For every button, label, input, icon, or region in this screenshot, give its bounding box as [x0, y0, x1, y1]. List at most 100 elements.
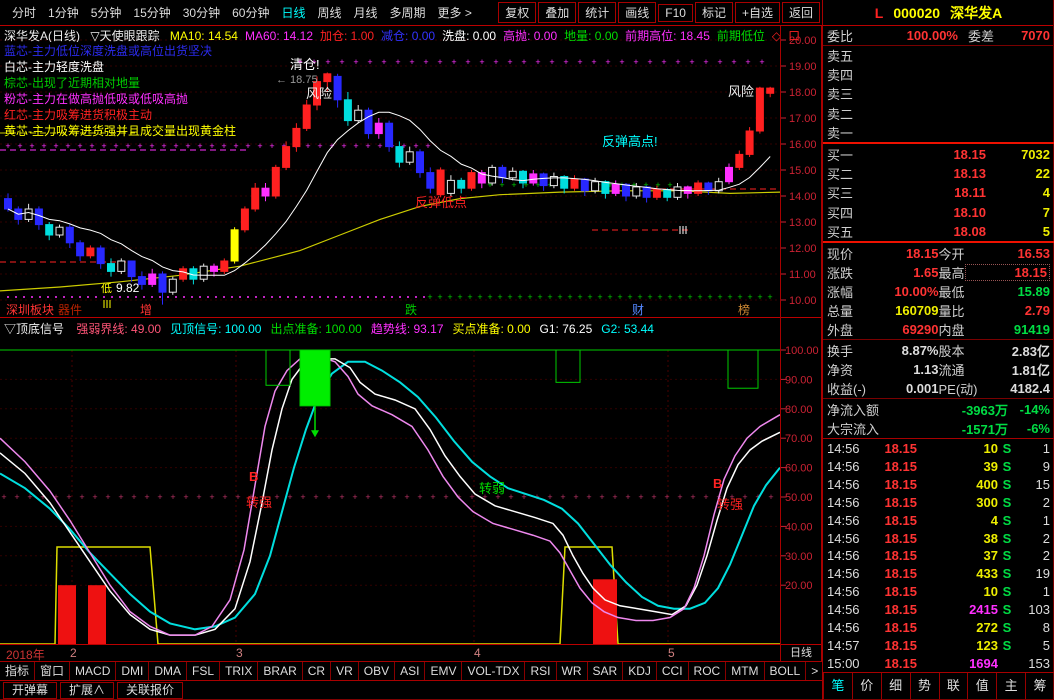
menu-period-1分钟[interactable]: 1分钟: [48, 4, 79, 21]
indicator-OBV[interactable]: OBV: [359, 662, 395, 680]
svg-text:+: +: [209, 492, 214, 502]
indicator-ROC[interactable]: ROC: [689, 662, 727, 680]
fund-cell-2-1: PE(动)4182.4: [939, 379, 1051, 398]
indicator-DMI[interactable]: DMI: [116, 662, 149, 680]
indicator-ASI[interactable]: ASI: [395, 662, 425, 680]
svg-text:+: +: [92, 492, 97, 502]
tape-volume: 433: [917, 566, 998, 581]
fund-label-流通: 流通: [939, 360, 965, 379]
sub-indicator-chart[interactable]: 100.0090.0080.0070.0060.0050.0040.0030.0…: [0, 336, 822, 644]
menu-period-月线[interactable]: 月线: [354, 4, 378, 21]
x-tick-2: 2: [70, 646, 77, 660]
svg-text:+: +: [647, 292, 652, 302]
period-label[interactable]: 日线: [781, 645, 821, 661]
rp-tab-值[interactable]: 值: [967, 673, 996, 699]
indicator-CR[interactable]: CR: [303, 662, 331, 680]
legend-line-1: 白芯-主力轻度洗盘: [4, 59, 236, 75]
indicator-MACD[interactable]: MACD: [70, 662, 116, 680]
indicator-switch-bar: 指标窗口MACDDMIDMAFSLTRIXBRARCRVROBVASIEMVVO…: [0, 662, 822, 680]
indicator-BRAR[interactable]: BRAR: [258, 662, 302, 680]
svg-text:+: +: [443, 492, 448, 502]
x-tick-5: 5: [668, 646, 675, 660]
indicator-VOL-TDX[interactable]: VOL-TDX: [462, 662, 525, 680]
legend-line-0: 蓝芯-主力低位深度洗盘或高位出货坚决: [4, 43, 236, 59]
toolbar-button-统计[interactable]: 统计: [578, 2, 616, 23]
buy-vol-2: 22: [986, 166, 1050, 181]
rp-tab-价[interactable]: 价: [852, 673, 881, 699]
stock-header: L 000020 深华发A: [823, 0, 1054, 25]
rp-tab-筹[interactable]: 筹: [1025, 673, 1054, 699]
svg-text:+: +: [437, 292, 442, 302]
menu-period-30分钟[interactable]: 30分钟: [183, 4, 220, 21]
fund-value-流通: 1.81亿: [965, 360, 1050, 379]
indicator-WR[interactable]: WR: [557, 662, 588, 680]
rp-sep-4: [823, 339, 1054, 340]
sub-indicator-name[interactable]: ▽顶底信号: [4, 322, 64, 336]
menu-period-日线[interactable]: 日线: [281, 4, 305, 21]
indicator-指标[interactable]: 指标: [0, 662, 35, 680]
status-button-扩展∧[interactable]: 扩展∧: [60, 682, 114, 699]
tape-price: 18.15: [867, 620, 917, 635]
indicator-TRIX[interactable]: TRIX: [220, 662, 258, 680]
fund-row-2: 收益(-)0.001PE(动)4182.4: [823, 379, 1054, 398]
info-cell-3-0: 总量160709: [827, 301, 939, 320]
tape-row-4: 14:5618.154S1: [823, 511, 1054, 529]
tape-price: 18.15: [867, 513, 917, 528]
buy-row-4: 买四18.107: [823, 203, 1054, 222]
toolbar-button-复权[interactable]: 复权: [498, 2, 536, 23]
svg-text:+: +: [353, 141, 358, 151]
menu-period-多周期[interactable]: 多周期: [390, 4, 426, 21]
status-button-关联报价[interactable]: 关联报价: [117, 682, 183, 699]
tape-row-3: 14:5618.15300S2: [823, 494, 1054, 512]
tape-price: 18.15: [867, 548, 917, 563]
toolbar-button-F10[interactable]: F10: [658, 4, 693, 22]
fund-value-PE(动): 4182.4: [978, 381, 1050, 396]
rp-tab-主[interactable]: 主: [996, 673, 1025, 699]
fund-cell-1-1: 流通1.81亿: [939, 360, 1051, 379]
svg-text:风险: 风险: [728, 84, 754, 99]
toolbar-button-叠加[interactable]: 叠加: [538, 2, 576, 23]
indicator-DMA[interactable]: DMA: [149, 662, 187, 680]
toolbar-button-+自选[interactable]: +自选: [735, 2, 780, 23]
chart-title: 深华发A(日线): [4, 29, 80, 42]
rp-tab-笔[interactable]: 笔: [823, 673, 852, 699]
legend-line-3: 粉芯-主力在做高抛低吸或低吸高抛: [4, 91, 236, 107]
tape-count: 19: [1016, 566, 1050, 581]
svg-text:90.00: 90.00: [785, 374, 813, 386]
status-button-开弹幕[interactable]: 开弹幕: [3, 682, 57, 699]
indicator-SAR[interactable]: SAR: [588, 662, 624, 680]
indicator-CCI[interactable]: CCI: [657, 662, 689, 680]
indicator-VR[interactable]: VR: [331, 662, 359, 680]
indicator-MTM[interactable]: MTM: [726, 662, 764, 680]
svg-text:+: +: [245, 141, 250, 151]
rp-tab-势[interactable]: 势: [910, 673, 939, 699]
indicator-KDJ[interactable]: KDJ: [623, 662, 657, 680]
svg-text:+: +: [14, 492, 19, 502]
indicator-EMV[interactable]: EMV: [425, 662, 462, 680]
menu-period-分时[interactable]: 分时: [12, 4, 36, 21]
toolbar-button-返回[interactable]: 返回: [782, 2, 820, 23]
svg-text:+: +: [707, 292, 712, 302]
menu-period-5分钟[interactable]: 5分钟: [91, 4, 122, 21]
info-value-量比: 2.79: [965, 303, 1050, 318]
svg-text:70.00: 70.00: [785, 433, 813, 445]
toolbar-button-标记[interactable]: 标记: [695, 2, 733, 23]
indicator-BOLL[interactable]: BOLL: [765, 662, 807, 680]
tape-side: S: [998, 441, 1016, 456]
svg-text:+: +: [727, 292, 732, 302]
svg-text:+: +: [395, 57, 400, 67]
svg-text:+: +: [365, 141, 370, 151]
menu-period-15分钟[interactable]: 15分钟: [133, 4, 170, 21]
indicator-窗口[interactable]: 窗口: [35, 662, 70, 680]
indicator->[interactable]: >: [806, 662, 822, 680]
menu-period-更多 >[interactable]: 更多 >: [438, 4, 472, 21]
overlay-indicator-name[interactable]: ▽天使眼跟踪: [90, 29, 159, 42]
indicator-FSL[interactable]: FSL: [187, 662, 220, 680]
menu-period-60分钟[interactable]: 60分钟: [232, 4, 269, 21]
rp-tab-联[interactable]: 联: [939, 673, 968, 699]
indicator-RSI[interactable]: RSI: [525, 662, 556, 680]
menu-period-周线[interactable]: 周线: [317, 4, 341, 21]
rp-tab-细[interactable]: 细: [881, 673, 910, 699]
svg-text:+: +: [697, 292, 702, 302]
toolbar-button-画线[interactable]: 画线: [618, 2, 656, 23]
